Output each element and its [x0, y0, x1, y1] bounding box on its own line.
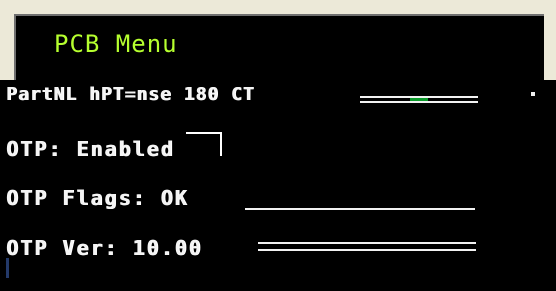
menu-item-part-info[interactable]: PartNL hPT=nse 180 CT [6, 84, 255, 105]
scroll-indicator[interactable] [6, 258, 9, 278]
divider-line [245, 208, 475, 210]
menu-item-otp-flags[interactable]: OTP Flags: OK [6, 186, 189, 210]
title-panel: PCB Menu [14, 14, 544, 84]
menu-item-otp-status[interactable]: OTP: Enabled [6, 137, 175, 161]
window-frame-left [0, 0, 14, 80]
divider-line [360, 101, 478, 103]
divider-line [360, 96, 478, 98]
divider-line [258, 242, 476, 244]
window-frame-top [0, 0, 556, 14]
menu-item-otp-version[interactable]: OTP Ver: 10.00 [6, 236, 203, 260]
menu-title: PCB Menu [54, 30, 178, 58]
text-cursor [186, 132, 222, 156]
status-dot [531, 92, 535, 96]
window-frame-right [544, 0, 556, 80]
divider-line [258, 249, 476, 251]
